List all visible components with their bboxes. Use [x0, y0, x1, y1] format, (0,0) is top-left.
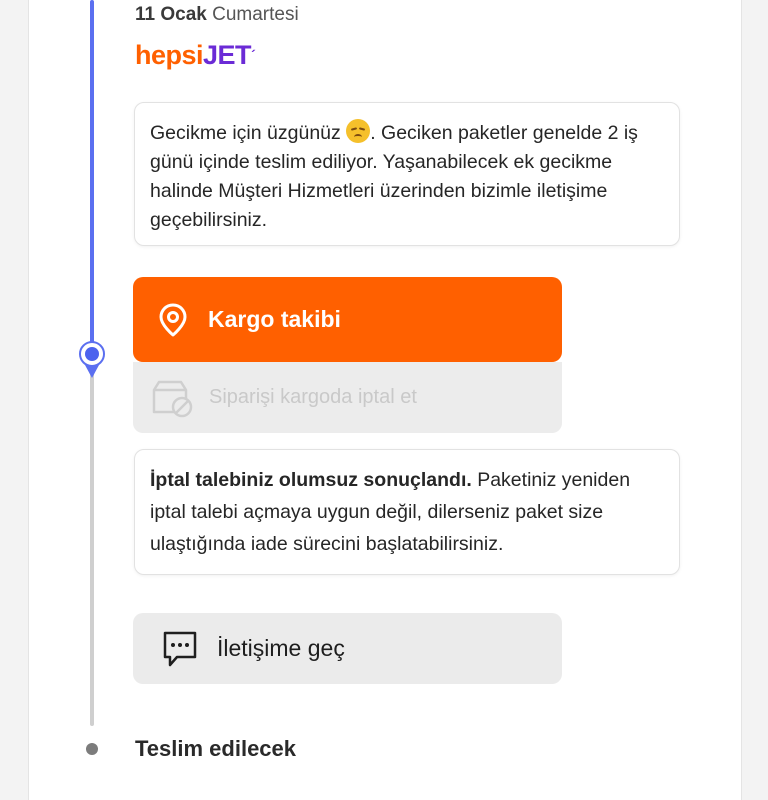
chat-bubble-icon [163, 631, 197, 666]
step-date-bold: 11 Ocak [135, 4, 207, 25]
step-date: 11 Ocak Cumartesi [135, 4, 299, 26]
timeline-line-pending [90, 368, 94, 726]
current-step-marker-icon [79, 341, 105, 378]
carrier-logo-accent: ´ [251, 47, 256, 63]
cancel-in-cargo-button[interactable]: Siparişi kargoda iptal et [133, 362, 562, 433]
timeline-line-completed [90, 0, 94, 350]
carrier-logo-part2: JET [203, 40, 252, 70]
cargo-tracking-button[interactable]: Kargo takibi [133, 277, 562, 362]
cancel-result-title: İptal talebiniz olumsuz sonuçlandı. [150, 469, 472, 491]
carrier-logo: hepsiJET´ [135, 40, 256, 70]
carrier-logo-part1: hepsi [135, 40, 204, 70]
next-step-dot [86, 743, 98, 755]
cancel-in-cargo-label: Siparişi kargoda iptal et [209, 386, 417, 408]
contact-button[interactable]: İletişime geç [133, 613, 562, 684]
step-date-day: Cumartesi [212, 4, 299, 25]
box-cancel-icon [152, 380, 193, 417]
location-pin-icon [159, 303, 187, 336]
cargo-tracking-label: Kargo takibi [208, 306, 341, 332]
delay-message-lead: Gecikme için üzgünüz [150, 122, 341, 144]
delay-message-box: Gecikme için üzgünüz . Geciken paketler … [134, 102, 680, 246]
sad-face-emoji-icon [346, 119, 371, 143]
next-step-title: Teslim edilecek [135, 736, 297, 761]
contact-label: İletişime geç [217, 635, 345, 661]
cancel-result-box: İptal talebiniz olumsuz sonuçlandı. Pake… [134, 449, 680, 575]
